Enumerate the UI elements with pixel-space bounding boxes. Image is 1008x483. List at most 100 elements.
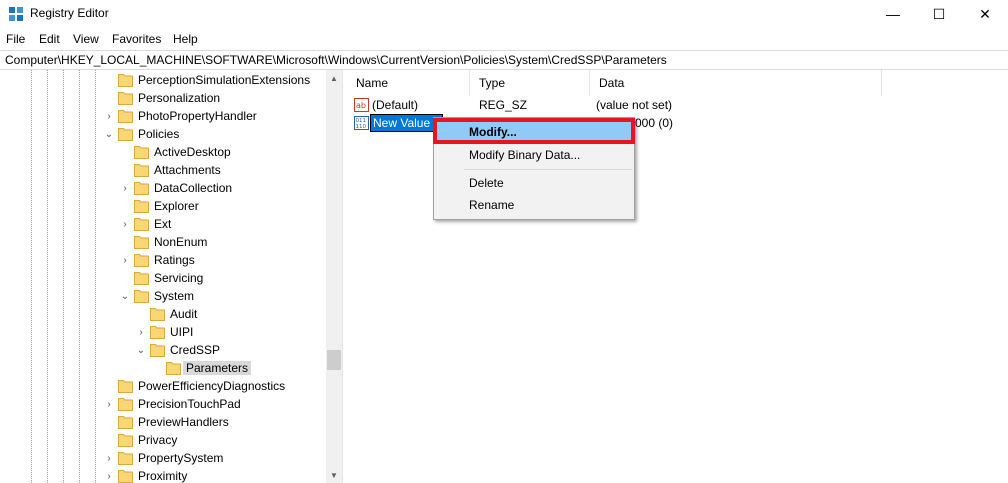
- menu-view[interactable]: View: [73, 32, 99, 46]
- folder-icon: [118, 434, 133, 447]
- menu-bar: File Edit View Favorites Help: [0, 30, 1008, 48]
- string-value-icon-text: ab: [356, 101, 366, 110]
- column-header-name[interactable]: Name: [347, 70, 470, 96]
- folder-icon: [134, 164, 149, 177]
- tree-expander-icon[interactable]: [119, 143, 131, 161]
- tree-expander-icon[interactable]: [119, 233, 131, 251]
- tree-item[interactable]: › PrecisionTouchPad: [0, 395, 326, 413]
- tree-item[interactable]: › Ratings: [0, 251, 326, 269]
- tree-item[interactable]: NonEnum: [0, 233, 326, 251]
- value-row-default[interactable]: ab (Default) REG_SZ (value not set): [347, 96, 1008, 114]
- menu-help[interactable]: Help: [173, 32, 198, 46]
- tree-expander-icon[interactable]: [103, 377, 115, 395]
- menu-edit[interactable]: Edit: [39, 32, 60, 46]
- value-name: (Default): [372, 98, 419, 112]
- tree-expander-icon[interactable]: ⌄: [135, 341, 147, 359]
- tree-item[interactable]: PerceptionSimulationExtensions: [0, 71, 326, 89]
- tree-expander-icon[interactable]: [135, 305, 147, 323]
- tree-expander-icon[interactable]: ›: [119, 179, 131, 197]
- scroll-up-button[interactable]: ▲: [326, 70, 342, 86]
- folder-icon: [134, 218, 149, 231]
- folder-icon: [134, 200, 149, 213]
- tree-item[interactable]: › UIPI: [0, 323, 326, 341]
- tree-item[interactable]: › DataCollection: [0, 179, 326, 197]
- close-button[interactable]: ✕: [962, 0, 1008, 28]
- tree-expander-icon[interactable]: [119, 269, 131, 287]
- menu-item-rename[interactable]: Rename: [436, 195, 632, 215]
- tree-expander-icon[interactable]: [151, 359, 163, 377]
- tree-item[interactable]: Attachments: [0, 161, 326, 179]
- tree-item[interactable]: PreviewHandlers: [0, 413, 326, 431]
- address-bar[interactable]: Computer\HKEY_LOCAL_MACHINE\SOFTWARE\Mic…: [0, 50, 1008, 70]
- menu-item-delete[interactable]: Delete: [436, 173, 632, 193]
- tree-expander-icon[interactable]: [103, 413, 115, 431]
- registry-editor-icon: [9, 7, 23, 21]
- value-type: REG_SZ: [479, 98, 528, 112]
- tree-item[interactable]: ActiveDesktop: [0, 143, 326, 161]
- tree-expander-icon[interactable]: ⌄: [119, 287, 131, 305]
- chevron-up-icon: ▲: [330, 73, 338, 83]
- folder-icon: [134, 272, 149, 285]
- tree-expander-icon[interactable]: ›: [119, 251, 131, 269]
- minimize-button[interactable]: —: [870, 0, 916, 28]
- tree-expander-icon[interactable]: [119, 197, 131, 215]
- tree-item-label: Attachments: [154, 163, 221, 177]
- tree-expander-icon[interactable]: ›: [135, 323, 147, 341]
- folder-icon: [166, 362, 181, 375]
- tree-expander-icon[interactable]: ›: [119, 215, 131, 233]
- binary-value-icon-text-bottom: 110: [356, 124, 367, 130]
- tree-item-label: Personalization: [138, 91, 221, 105]
- tree-item[interactable]: Parameters: [0, 359, 326, 377]
- tree-expander-icon[interactable]: ›: [103, 107, 115, 125]
- key-tree[interactable]: PerceptionSimulationExtensions Personaliz…: [0, 70, 342, 483]
- tree-item[interactable]: › PropertySystem: [0, 449, 326, 467]
- folder-icon: [134, 182, 149, 195]
- tree-expander-icon[interactable]: [103, 431, 115, 449]
- tree-expander-icon[interactable]: ›: [103, 467, 115, 483]
- menu-file[interactable]: File: [6, 32, 25, 46]
- address-path: Computer\HKEY_LOCAL_MACHINE\SOFTWARE\Mic…: [5, 53, 667, 67]
- tree-expander-icon[interactable]: [119, 161, 131, 179]
- tree-item[interactable]: Personalization: [0, 89, 326, 107]
- tree-expander-icon[interactable]: ›: [103, 449, 115, 467]
- scroll-down-button[interactable]: ▼: [326, 467, 342, 483]
- maximize-button[interactable]: ☐: [916, 0, 962, 28]
- tree-expander-icon[interactable]: ›: [103, 395, 115, 413]
- tree-item[interactable]: › Ext: [0, 215, 326, 233]
- tree-expander-icon[interactable]: [103, 89, 115, 107]
- folder-icon: [118, 110, 133, 123]
- tree-item-label: NonEnum: [154, 235, 208, 249]
- tree-scrollbar[interactable]: ▲ ▼: [326, 70, 342, 483]
- tree-expander-icon[interactable]: [103, 71, 115, 89]
- tree-item[interactable]: ⌄ System: [0, 287, 326, 305]
- folder-icon: [150, 344, 165, 357]
- tree-item-label: Audit: [170, 307, 198, 321]
- tree-item[interactable]: ⌄ Policies: [0, 125, 326, 143]
- binary-value-icon: 011 110: [354, 116, 369, 130]
- tree-item-label: Proximity: [138, 469, 188, 483]
- tree-item[interactable]: › PhotoPropertyHandler: [0, 107, 326, 125]
- scroll-thumb[interactable]: [327, 350, 341, 370]
- menu-separator: [464, 169, 632, 170]
- tree-item[interactable]: ⌄ CredSSP: [0, 341, 326, 359]
- tree-item[interactable]: › Proximity: [0, 467, 326, 483]
- column-header-type[interactable]: Type: [470, 70, 590, 96]
- tree-item-label: Servicing: [154, 271, 204, 285]
- menu-favorites[interactable]: Favorites: [112, 32, 161, 46]
- folder-icon: [118, 380, 133, 393]
- folder-icon: [150, 326, 165, 339]
- tree-expander-icon[interactable]: ⌄: [103, 125, 115, 143]
- menu-item-modify-binary[interactable]: Modify Binary Data...: [436, 145, 632, 165]
- tree-item[interactable]: Privacy: [0, 431, 326, 449]
- string-value-icon: ab: [354, 98, 369, 112]
- tree-item[interactable]: PowerEfficiencyDiagnostics: [0, 377, 326, 395]
- tree-item[interactable]: Servicing: [0, 269, 326, 287]
- tree-item[interactable]: Audit: [0, 305, 326, 323]
- column-header-data[interactable]: Data: [590, 70, 882, 96]
- tree-item-label: Ratings: [154, 253, 195, 267]
- tree-item-label: Policies: [138, 127, 180, 141]
- tree-item-label: Explorer: [154, 199, 199, 213]
- tree-item[interactable]: Explorer: [0, 197, 326, 215]
- folder-icon: [118, 128, 133, 141]
- window-title: Registry Editor: [30, 6, 109, 20]
